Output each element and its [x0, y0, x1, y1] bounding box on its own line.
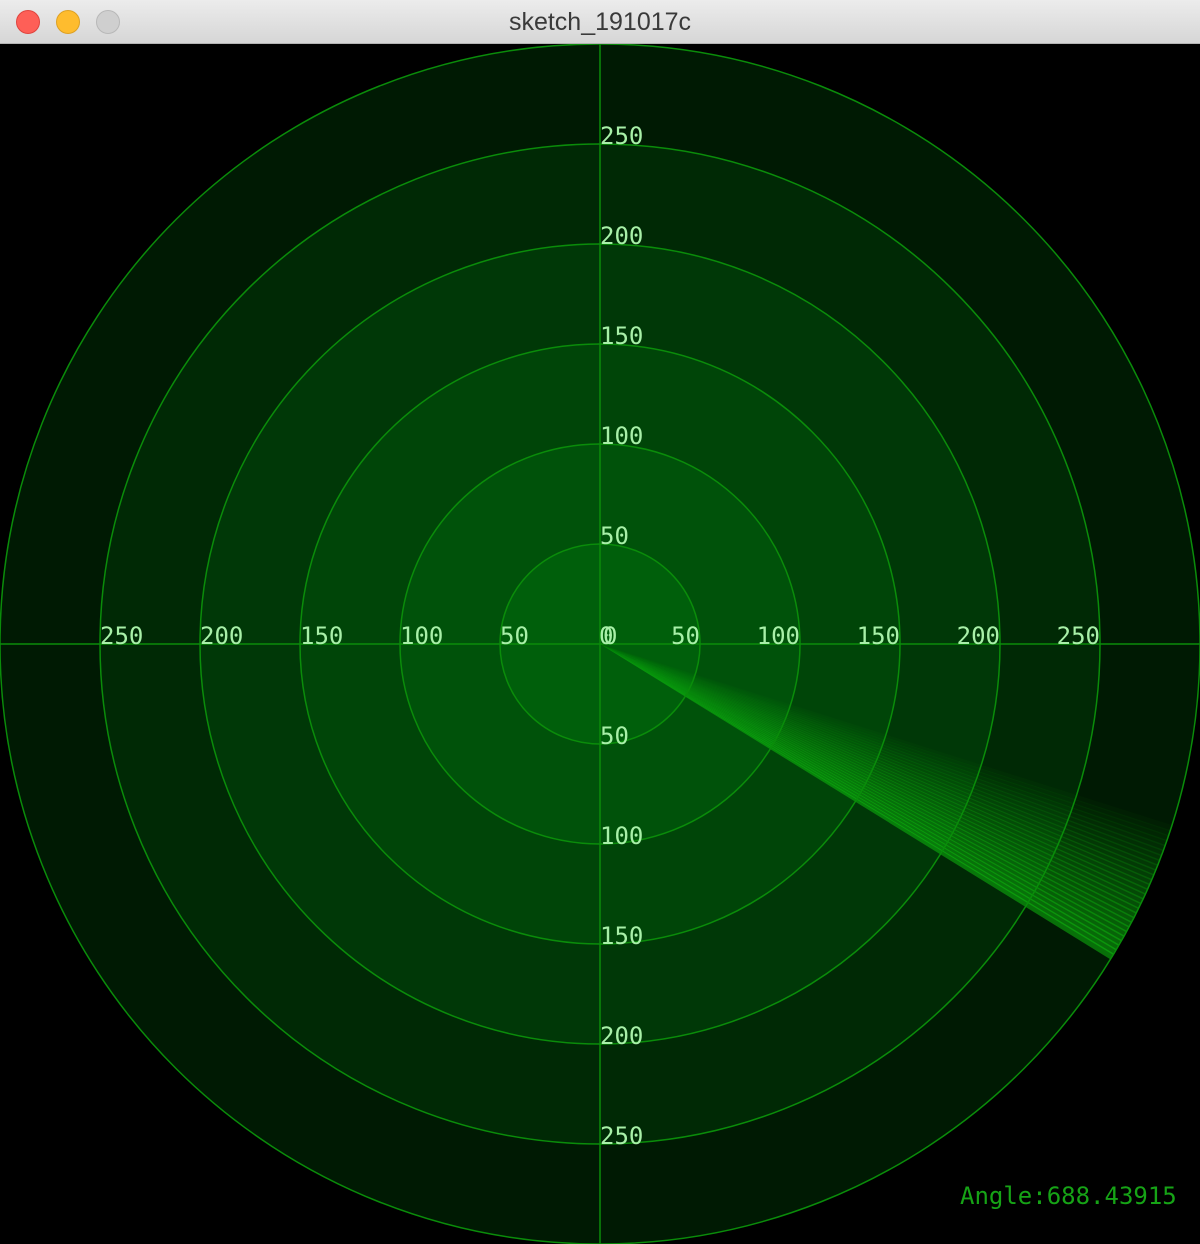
label-up-150: 150: [600, 322, 643, 350]
radar-canvas: 50 50 50 50 100 100 100 100 150 150 150 150 200 200 20…: [0, 44, 1200, 1244]
window-title: sketch_191017c: [508, 8, 692, 36]
label-right-150: 150: [857, 622, 900, 650]
label-down-200: 200: [600, 1022, 643, 1050]
label-right-100: 100: [757, 622, 800, 650]
title-bar[interactable]: sketch_191017c: [0, 0, 1200, 44]
label-up-50: 50: [600, 522, 629, 550]
angle-readout: Angle:688.43915: [960, 1182, 1177, 1210]
label-down-100: 100: [600, 822, 643, 850]
label-left-150: 150: [300, 622, 343, 650]
label-up-200: 200: [600, 222, 643, 250]
label-left-200: 200: [200, 622, 243, 650]
label-down-150: 150: [600, 922, 643, 950]
label-down-50: 50: [600, 722, 629, 750]
label-left-100: 100: [400, 622, 443, 650]
label-left-50: 50: [500, 622, 529, 650]
label-left-250: 250: [100, 622, 143, 650]
center-label-v: 0: [603, 622, 617, 650]
label-right-50: 50: [671, 622, 700, 650]
label-up-100: 100: [600, 422, 643, 450]
sketch-window: sketch_191017c 50 50 50 50 100 100 100 100 150 15…: [0, 0, 1200, 1244]
label-up-250: 250: [600, 122, 643, 150]
label-down-250: 250: [600, 1122, 643, 1150]
label-right-200: 200: [957, 622, 1000, 650]
label-right-250: 250: [1057, 622, 1100, 650]
